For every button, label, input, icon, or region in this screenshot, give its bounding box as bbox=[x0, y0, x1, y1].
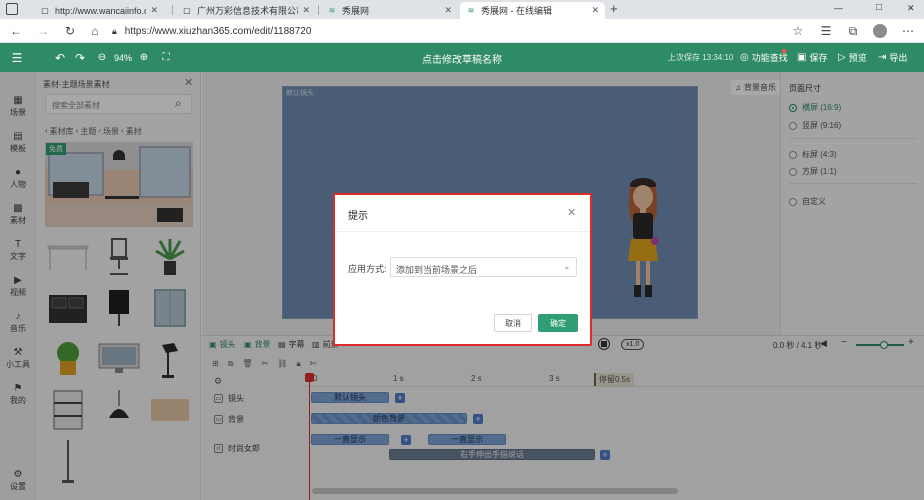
tab-divider bbox=[318, 5, 319, 15]
zoom-out-icon[interactable]: ⊖ bbox=[96, 50, 108, 65]
divider bbox=[335, 231, 590, 232]
home-icon[interactable]: ⌂ bbox=[87, 23, 103, 39]
fit-screen-icon[interactable]: ⛶ bbox=[160, 50, 172, 65]
last-save-time: 上次保存 13:34:10 bbox=[668, 53, 734, 62]
xiuzhan-logo-icon: ≋ bbox=[328, 6, 336, 15]
collections-icon[interactable]: ⧉ bbox=[845, 23, 861, 39]
chevron-down-icon: ⌄ bbox=[563, 261, 571, 271]
draft-title[interactable]: 点击修改草稿名称 bbox=[390, 51, 534, 66]
close-icon[interactable]: ✕ bbox=[444, 5, 452, 16]
undo-icon[interactable]: ↶ bbox=[53, 50, 67, 65]
new-tab-button[interactable]: + bbox=[610, 1, 618, 16]
bulb-icon: ◎ bbox=[740, 52, 749, 63]
dialog-title: 提示 bbox=[348, 211, 368, 222]
close-icon[interactable]: ✕ bbox=[150, 5, 158, 16]
zoom-level: 94% bbox=[114, 53, 133, 63]
notification-dot bbox=[782, 49, 786, 53]
browser-tab-bar: ▢ http://www.wancaiinfo.com/ - 图 ✕ ▢ 广州万… bbox=[0, 0, 924, 19]
export-button[interactable]: ⇥ 导出 bbox=[878, 51, 907, 64]
browser-tab[interactable]: ≋ 秀展网 ✕ bbox=[321, 2, 458, 19]
close-icon[interactable]: ✕ bbox=[302, 5, 310, 16]
export-icon: ⇥ bbox=[878, 52, 887, 63]
tab-actions-icon[interactable] bbox=[6, 3, 18, 15]
save-icon: ▣ bbox=[797, 52, 807, 63]
apply-mode-select[interactable]: 添加到当前场景之后 ⌄ bbox=[390, 257, 577, 277]
confirm-button[interactable]: 确定 bbox=[538, 314, 578, 332]
browser-tab[interactable]: ▢ http://www.wancaiinfo.com/ - 图 ✕ bbox=[34, 2, 164, 19]
cancel-button[interactable]: 取消 bbox=[494, 314, 532, 332]
forward-button[interactable]: → bbox=[35, 23, 51, 39]
preview-button[interactable]: ▷ 预览 bbox=[838, 51, 867, 64]
xiuzhan-logo-icon: ≋ bbox=[467, 6, 475, 15]
menu-icon[interactable]: ☰ bbox=[10, 50, 24, 65]
redo-icon[interactable]: ↷ bbox=[73, 50, 87, 65]
browser-tab[interactable]: ▢ 广州万彩信息技术有限公司 ✕ bbox=[176, 2, 316, 19]
close-icon[interactable]: ✕ bbox=[591, 5, 599, 16]
close-icon[interactable]: ✕ bbox=[567, 206, 576, 219]
address-bar: ← → ↻ ⌂ 🔒︎ https://www.xiuzhan365.com/ed… bbox=[0, 19, 924, 43]
url-field[interactable]: 🔒︎ https://www.xiuzhan365.com/edit/11887… bbox=[112, 22, 812, 40]
back-button[interactable]: ← bbox=[8, 23, 24, 39]
window-close-button[interactable]: ✕ bbox=[907, 3, 915, 14]
maximize-button[interactable]: □ bbox=[876, 2, 882, 13]
app-header: ☰ ↶ ↷ ⊖ 94% ⊕ ⛶ 点击修改草稿名称 上次保存 13:34:10 ◎… bbox=[0, 43, 924, 72]
favorites-list-icon[interactable]: ☰ bbox=[818, 23, 834, 39]
field-label: 应用方式: bbox=[348, 264, 387, 274]
save-button[interactable]: ▣ 保存 bbox=[797, 51, 827, 64]
more-icon[interactable]: ⋯ bbox=[900, 23, 916, 39]
page-icon: ▢ bbox=[183, 6, 191, 15]
lock-icon: 🔒︎ bbox=[112, 25, 117, 36]
prompt-dialog: 提示 ✕ 应用方式: 添加到当前场景之后 ⌄ 取消 确定 bbox=[333, 193, 592, 346]
avatar[interactable] bbox=[873, 24, 887, 38]
preview-icon: ▷ bbox=[838, 52, 846, 63]
browser-tab-active[interactable]: ≋ 秀展网 - 在线编辑 ✕ bbox=[460, 2, 605, 19]
minimize-button[interactable]: — bbox=[834, 3, 843, 13]
zoom-in-icon[interactable]: ⊕ bbox=[138, 50, 150, 65]
favorite-icon[interactable]: ☆ bbox=[790, 23, 806, 39]
refresh-button[interactable]: ↻ bbox=[62, 23, 78, 39]
page-icon: ▢ bbox=[41, 6, 49, 15]
feature-search-button[interactable]: ◎ 功能查找 bbox=[740, 51, 788, 64]
tab-divider bbox=[172, 5, 173, 15]
